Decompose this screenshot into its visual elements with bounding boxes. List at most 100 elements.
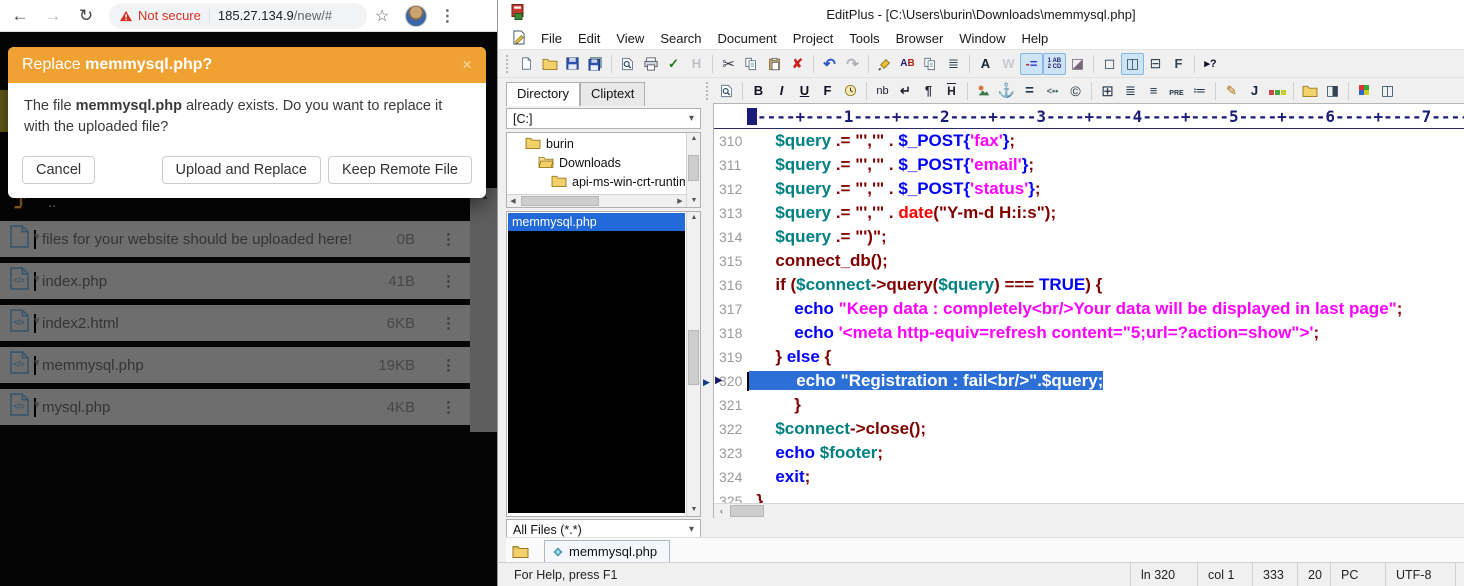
underline-icon[interactable]: U bbox=[793, 80, 816, 102]
tree-item[interactable]: Downloads bbox=[508, 153, 685, 172]
browser-menu-icon[interactable]: ⋮ bbox=[439, 6, 455, 26]
menu-file[interactable]: File bbox=[533, 29, 570, 48]
menu-project[interactable]: Project bbox=[785, 29, 841, 48]
reload-icon[interactable]: ↻ bbox=[73, 3, 99, 29]
split-window-icon[interactable]: ◫ bbox=[1376, 80, 1399, 102]
save-icon[interactable] bbox=[561, 53, 584, 75]
cliptext-edit-icon[interactable]: ✎ bbox=[1220, 80, 1243, 102]
file-row[interactable]: </>▾mysql.php4KB⋮ bbox=[0, 389, 470, 425]
panel-tab-directory[interactable]: Directory bbox=[506, 82, 580, 106]
side-panel-icon[interactable]: ◫ bbox=[1121, 53, 1144, 75]
mark-icon[interactable]: ≣ bbox=[942, 53, 965, 75]
security-label[interactable]: Not secure bbox=[138, 8, 201, 23]
drive-select[interactable]: [C:]▾ bbox=[506, 108, 701, 129]
object-icon[interactable] bbox=[1266, 80, 1289, 102]
redo-icon[interactable]: ↷ bbox=[841, 53, 864, 75]
preferences-icon[interactable]: ◪ bbox=[1066, 53, 1089, 75]
code-line[interactable]: 314 $query .= "')"; bbox=[714, 225, 1464, 249]
menu-document[interactable]: Document bbox=[710, 29, 785, 48]
tree-item[interactable]: burin bbox=[508, 134, 685, 153]
chevron-down-icon[interactable]: ▾ bbox=[34, 314, 36, 333]
panel-tab-cliptext[interactable]: Cliptext bbox=[580, 82, 645, 106]
menu-search[interactable]: Search bbox=[652, 29, 709, 48]
browser-preview-icon[interactable] bbox=[715, 80, 738, 102]
list-icon[interactable]: ≔ bbox=[1188, 80, 1211, 102]
undo-icon[interactable]: ↶ bbox=[818, 53, 841, 75]
back-icon[interactable]: ← bbox=[7, 3, 33, 29]
row-menu-icon[interactable]: ⋮ bbox=[441, 230, 456, 248]
file-row[interactable]: </>▾index2.html6KB⋮ bbox=[0, 305, 470, 341]
menu-window[interactable]: Window bbox=[951, 29, 1013, 48]
word-wrap-icon[interactable]: W bbox=[997, 53, 1020, 75]
document-menu-icon[interactable] bbox=[512, 30, 525, 48]
align-right-icon[interactable]: ≡ bbox=[1142, 80, 1165, 102]
scroll-up-icon[interactable]: ▲ bbox=[687, 133, 701, 145]
copyright-icon[interactable]: © bbox=[1064, 80, 1087, 102]
address-bar[interactable]: Not secure 185.27.134.9/new/# bbox=[109, 3, 367, 29]
tree-item[interactable]: api-ms-win-crt-runtim bbox=[508, 172, 685, 191]
find-in-files-icon[interactable] bbox=[919, 53, 942, 75]
bold-icon[interactable]: B bbox=[747, 80, 770, 102]
code-line[interactable]: 317 echo "Keep data : completely<br/>You… bbox=[714, 297, 1464, 321]
table-icon[interactable]: ⊞ bbox=[1096, 80, 1119, 102]
replace-icon[interactable]: AB bbox=[896, 53, 919, 75]
paste-icon[interactable] bbox=[763, 53, 786, 75]
open-icon[interactable] bbox=[538, 53, 561, 75]
context-help-icon[interactable]: ▸? bbox=[1199, 53, 1222, 75]
menu-help[interactable]: Help bbox=[1014, 29, 1057, 48]
preformatted-icon[interactable]: PRE bbox=[1165, 80, 1188, 102]
comment-icon[interactable]: <•• bbox=[1041, 80, 1064, 102]
code-line[interactable]: ▶320 echo "Registration : fail<br/>".$qu… bbox=[714, 369, 1464, 393]
chevron-down-icon[interactable]: ▾ bbox=[34, 230, 36, 249]
scroll-down-icon[interactable]: ▼ bbox=[687, 504, 701, 516]
center-text-icon[interactable]: ≣ bbox=[1119, 80, 1142, 102]
font-size-icon[interactable]: F bbox=[816, 80, 839, 102]
code-hscrollbar[interactable]: ‹ bbox=[714, 503, 1464, 518]
scroll-left-icon[interactable]: ◀ bbox=[507, 195, 519, 208]
chevron-down-icon[interactable]: ▾ bbox=[34, 356, 36, 375]
open-file-icon[interactable] bbox=[1298, 80, 1321, 102]
file-name[interactable]: index2.html bbox=[42, 315, 387, 332]
code-area[interactable]: ----+----1----+----2----+----3----+----4… bbox=[713, 103, 1464, 518]
menu-edit[interactable]: Edit bbox=[570, 29, 608, 48]
row-menu-icon[interactable]: ⋮ bbox=[441, 398, 456, 416]
print-icon[interactable] bbox=[639, 53, 662, 75]
toggle-panel-icon[interactable]: ◨ bbox=[1321, 80, 1344, 102]
time-icon[interactable] bbox=[839, 80, 862, 102]
copy-icon[interactable] bbox=[740, 53, 763, 75]
panel-divider[interactable]: ▶ bbox=[701, 82, 713, 518]
menu-browser[interactable]: Browser bbox=[888, 29, 952, 48]
forward-icon[interactable]: → bbox=[40, 3, 66, 29]
filelist-vscrollbar[interactable]: ▲ ▼ bbox=[686, 212, 700, 516]
file-name[interactable]: memmysql.php bbox=[42, 357, 378, 374]
selected-file-item[interactable]: memmysql.php bbox=[508, 213, 685, 231]
code-line[interactable]: 323 echo $footer; bbox=[714, 441, 1464, 465]
anchor-icon[interactable]: ⚓ bbox=[995, 80, 1018, 102]
find-icon[interactable] bbox=[873, 53, 896, 75]
code-line[interactable]: 316 if ($connect->query($query) === TRUE… bbox=[714, 273, 1464, 297]
profile-avatar[interactable] bbox=[405, 5, 427, 27]
code-line[interactable]: 315 connect_db(); bbox=[714, 249, 1464, 273]
line-break-icon[interactable]: ↵ bbox=[894, 80, 917, 102]
file-row[interactable]: </>▾memmysql.php19KB⋮ bbox=[0, 347, 470, 383]
code-line[interactable]: 321 } bbox=[714, 393, 1464, 417]
code-line[interactable]: 322 $connect->close(); bbox=[714, 417, 1464, 441]
code-line[interactable]: 313 $query .= "','" . date("Y-m-d H:i:s"… bbox=[714, 201, 1464, 225]
row-menu-icon[interactable]: ⋮ bbox=[441, 356, 456, 374]
code-line[interactable]: 310 $query .= "','" . $_POST{'fax'}; bbox=[714, 129, 1464, 153]
font-icon[interactable]: A bbox=[974, 53, 997, 75]
row-menu-icon[interactable]: ⋮ bbox=[441, 314, 456, 332]
heading-icon[interactable]: H bbox=[940, 80, 963, 102]
italic-icon[interactable]: I bbox=[770, 80, 793, 102]
code-line[interactable]: 325 } bbox=[714, 489, 1464, 503]
document-tab[interactable]: memmysql.php bbox=[544, 540, 670, 562]
function-list-icon[interactable]: F bbox=[1167, 53, 1190, 75]
code-line[interactable]: 324 exit; bbox=[714, 465, 1464, 489]
save-all-icon[interactable] bbox=[584, 53, 607, 75]
code-line[interactable]: 319 } else { bbox=[714, 345, 1464, 369]
scroll-left-icon[interactable]: ‹ bbox=[714, 504, 729, 518]
scroll-right-icon[interactable]: ▶ bbox=[674, 195, 686, 208]
code-line[interactable]: 311 $query .= "','" . $_POST{'email'}; bbox=[714, 153, 1464, 177]
output-window-icon[interactable]: ⊟ bbox=[1144, 53, 1167, 75]
chevron-down-icon[interactable]: ▾ bbox=[34, 272, 36, 291]
